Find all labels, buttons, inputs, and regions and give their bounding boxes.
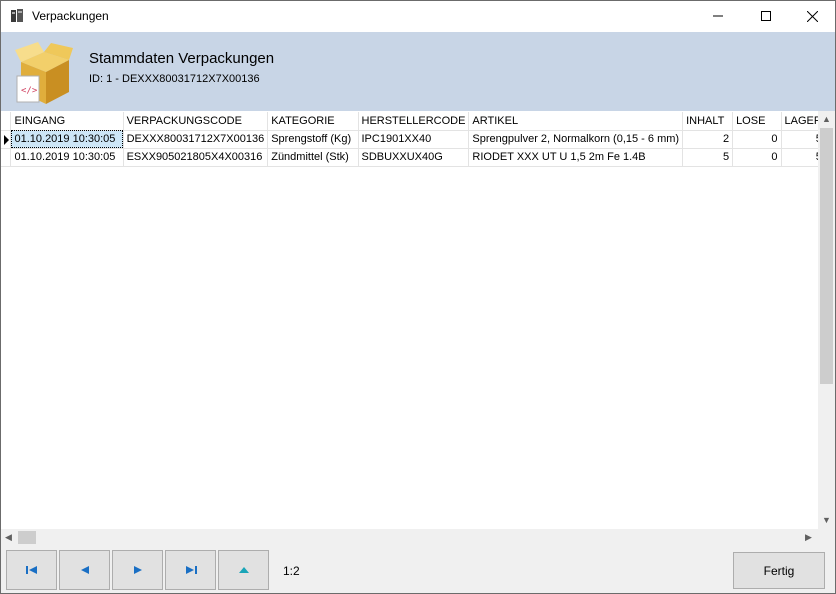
app-icon [11, 9, 23, 22]
scroll-left-icon[interactable]: ◀ [5, 532, 12, 543]
maximize-button[interactable] [743, 1, 789, 31]
data-grid[interactable]: EINGANG VERPACKUNGSCODE KATEGORIE HERSTE… [1, 111, 835, 546]
first-record-icon [25, 566, 37, 574]
table-cell[interactable]: DEXXX80031712X7X00136 [123, 130, 269, 149]
column-header[interactable]: INHALT [682, 112, 734, 131]
done-button[interactable]: Fertig [733, 552, 825, 589]
close-icon [806, 10, 818, 22]
vertical-scroll-thumb[interactable] [820, 128, 833, 384]
minimize-icon [713, 15, 723, 17]
table-cell[interactable]: RIODET XXX UT U 1,5 2m Fe 1.4B [468, 148, 684, 167]
current-row-icon [4, 134, 9, 145]
column-header[interactable]: ARTIKEL [468, 112, 684, 131]
scroll-right-icon[interactable]: ▶ [805, 532, 812, 543]
column-header[interactable]: LOSE [732, 112, 782, 131]
scroll-up-icon[interactable]: ▲ [822, 114, 831, 124]
table-cell[interactable]: Zündmittel (Stk) [267, 148, 359, 167]
maximize-icon [761, 11, 771, 21]
table-cell[interactable]: 01.10.2019 10:30:05 [10, 130, 124, 149]
horizontal-scroll-thumb[interactable] [18, 531, 36, 544]
scrollbar-corner [818, 529, 835, 546]
table-cell[interactable]: Sprengpulver 2, Normalkorn (0,15 - 6 mm) [468, 130, 684, 149]
row-header[interactable] [1, 130, 12, 149]
window: Verpackungen </> Stammdaten Verpackungen… [0, 0, 836, 594]
table-cell[interactable]: Sprengstoff (Kg) [267, 130, 359, 149]
column-header[interactable]: KATEGORIE [267, 112, 359, 131]
table-cell[interactable]: ESXX905021805X4X00316 [123, 148, 269, 167]
svg-text:</>: </> [21, 86, 38, 96]
page-title: Stammdaten Verpackungen [89, 50, 275, 67]
table-row[interactable]: 01.10.2019 10:30:05 DEXXX80031712X7X0013… [1, 130, 835, 149]
table-cell[interactable]: IPC1901XX40 [358, 130, 470, 149]
row-header[interactable] [1, 148, 12, 167]
column-header[interactable]: EINGANG [10, 112, 124, 131]
vertical-scrollbar[interactable]: ▲ ▼ [818, 111, 835, 529]
column-header[interactable]: HERSTELLERCODE [358, 112, 470, 131]
table-cell[interactable]: 2 [682, 130, 734, 149]
table-row[interactable]: 01.10.2019 10:30:05 ESXX905021805X4X0031… [1, 148, 835, 167]
table-cell[interactable]: 0 [732, 148, 782, 167]
window-title: Verpackungen [32, 9, 109, 23]
title-bar: Verpackungen [1, 1, 835, 32]
next-record-button[interactable] [112, 550, 163, 590]
table-cell[interactable]: 5 [682, 148, 734, 167]
horizontal-scrollbar[interactable]: ◀ ▶ [1, 529, 818, 546]
last-record-button[interactable] [165, 550, 216, 590]
next-record-icon [133, 566, 142, 574]
header-panel: </> Stammdaten Verpackungen ID: 1 - DEXX… [1, 32, 835, 111]
last-record-icon [185, 566, 197, 574]
column-header[interactable]: VERPACKUNGSCODE [123, 112, 269, 131]
row-header-corner [1, 112, 12, 131]
records-table: EINGANG VERPACKUNGSCODE KATEGORIE HERSTE… [1, 112, 835, 167]
close-button[interactable] [789, 1, 835, 31]
previous-record-icon [80, 566, 89, 574]
header-row: EINGANG VERPACKUNGSCODE KATEGORIE HERSTE… [1, 112, 835, 131]
collapse-up-icon [238, 567, 249, 573]
record-position: 1:2 [283, 564, 300, 578]
first-record-button[interactable] [6, 550, 57, 590]
record-id-label: ID: 1 - DEXXX80031712X7X00136 [89, 73, 260, 85]
table-cell[interactable]: 0 [732, 130, 782, 149]
previous-record-button[interactable] [59, 550, 110, 590]
package-box-icon: </> [15, 42, 73, 104]
collapse-up-button[interactable] [218, 550, 269, 590]
table-cell[interactable]: SDBUXXUX40G [358, 148, 470, 167]
minimize-button[interactable] [695, 1, 741, 31]
scroll-down-icon[interactable]: ▼ [822, 515, 831, 525]
table-cell[interactable]: 01.10.2019 10:30:05 [10, 148, 124, 167]
